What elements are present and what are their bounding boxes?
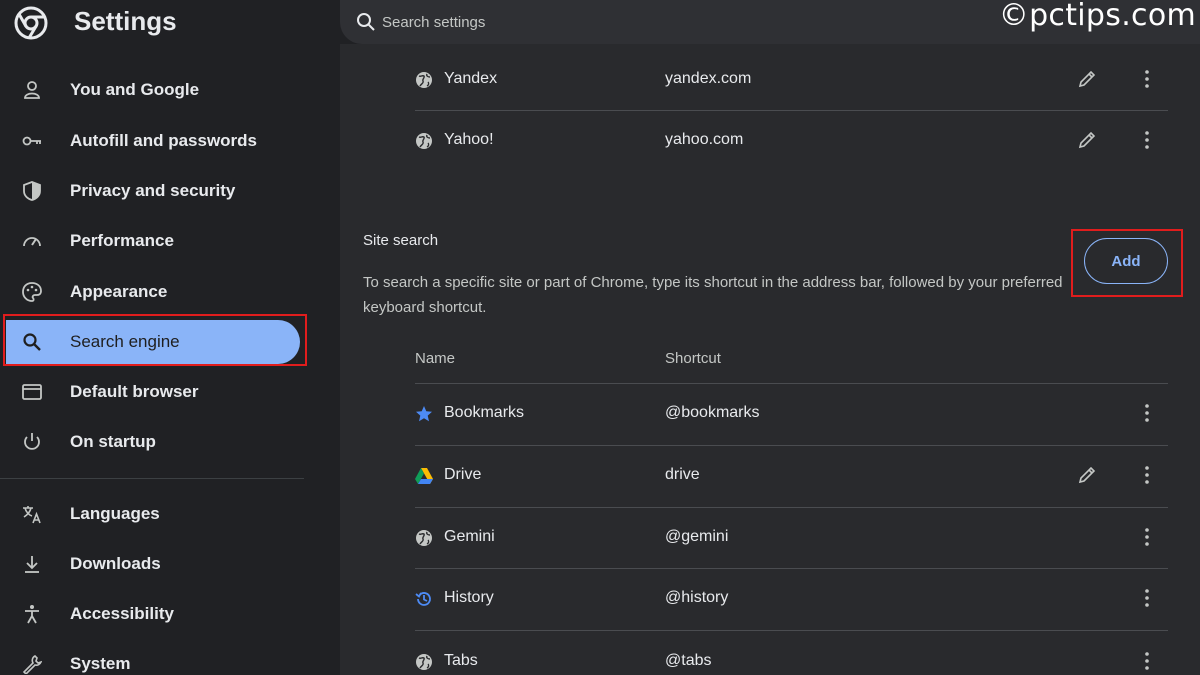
wrench-icon <box>22 655 42 674</box>
add-button[interactable]: Add <box>1084 238 1168 284</box>
row-shortcut: @bookmarks <box>665 404 760 421</box>
browser-window-icon <box>22 384 42 400</box>
table-row: Yandex yandex.com <box>415 50 1168 112</box>
more-vert-icon[interactable] <box>1139 588 1155 608</box>
more-vert-icon[interactable] <box>1139 651 1155 671</box>
page-title: Settings <box>74 6 177 36</box>
shield-icon <box>23 181 41 201</box>
sidebar-item-privacy[interactable]: Privacy and security <box>0 167 302 215</box>
row-shortcut: @gemini <box>665 528 729 545</box>
sidebar-item-label: Accessibility <box>70 604 174 623</box>
row-name: History <box>444 589 494 606</box>
sidebar-item-downloads[interactable]: Downloads <box>0 540 302 588</box>
search-input[interactable] <box>382 8 982 36</box>
power-icon <box>24 433 40 450</box>
drive-icon <box>415 468 433 484</box>
sidebar-item-autofill[interactable]: Autofill and passwords <box>0 117 302 165</box>
sidebar-item-on-startup[interactable]: On startup <box>0 418 302 466</box>
row-shortcut: @tabs <box>665 652 712 669</box>
sidebar-item-label: Default browser <box>70 382 199 401</box>
row-shortcut: drive <box>665 466 700 483</box>
section-description: To search a specific site or part of Chr… <box>363 274 1063 316</box>
section-title: Site search <box>363 232 439 249</box>
accessibility-icon <box>25 605 39 624</box>
history-icon <box>415 592 431 606</box>
palette-icon <box>22 282 42 302</box>
person-icon <box>24 81 40 99</box>
row-name: Yandex <box>444 70 498 87</box>
annotation-highlight-box <box>3 314 307 366</box>
sidebar-divider <box>0 478 304 479</box>
sidebar-item-you-and-google[interactable]: You and Google <box>0 66 302 114</box>
row-shortcut: yahoo.com <box>665 131 744 148</box>
column-header-name: Name <box>415 350 456 367</box>
speedometer-icon <box>23 237 41 247</box>
sidebar-item-default-browser[interactable]: Default browser <box>0 368 302 416</box>
key-icon <box>22 136 41 146</box>
globe-icon <box>416 72 432 88</box>
row-name: Bookmarks <box>444 404 525 421</box>
sidebar-item-languages[interactable]: Languages <box>0 490 302 538</box>
edit-pencil-icon[interactable] <box>1077 130 1097 150</box>
row-name: Drive <box>444 466 482 483</box>
sidebar-item-label: Privacy and security <box>70 181 236 200</box>
sidebar-item-performance[interactable]: Performance <box>0 217 302 265</box>
sidebar-item-accessibility[interactable]: Accessibility <box>0 590 302 638</box>
row-name: Tabs <box>444 652 478 669</box>
sidebar-item-label: Appearance <box>70 282 168 301</box>
sidebar-item-label: Languages <box>70 504 160 523</box>
edit-pencil-icon[interactable] <box>1077 465 1097 485</box>
row-shortcut: yandex.com <box>665 70 752 87</box>
row-shortcut: @history <box>665 589 729 606</box>
globe-icon <box>416 133 432 149</box>
more-vert-icon[interactable] <box>1139 465 1155 485</box>
star-icon <box>416 406 432 422</box>
table-row: Yahoo! yahoo.com <box>415 111 1168 173</box>
more-vert-icon[interactable] <box>1139 403 1155 423</box>
globe-icon <box>416 654 432 670</box>
translate-icon <box>23 506 41 524</box>
table-row: Drive drive <box>415 446 1168 508</box>
sidebar-item-label: Performance <box>70 231 174 250</box>
sidebar-item-label: Autofill and passwords <box>70 131 258 150</box>
sidebar-item-system[interactable]: System <box>0 640 302 675</box>
chrome-logo-icon <box>14 6 48 40</box>
table-row: Tabs @tabs <box>415 613 1168 675</box>
globe-icon <box>416 530 432 546</box>
table-row: Bookmarks @bookmarks <box>415 384 1168 446</box>
row-name: Yahoo! <box>444 131 494 148</box>
edit-pencil-icon[interactable] <box>1077 69 1097 89</box>
row-name: Gemini <box>444 528 495 545</box>
sidebar-item-label: System <box>70 654 131 673</box>
sidebar-item-label: On startup <box>70 432 156 451</box>
more-vert-icon[interactable] <box>1139 69 1155 89</box>
sidebar-item-label: You and Google <box>70 80 200 99</box>
download-icon <box>25 556 39 573</box>
column-header-shortcut: Shortcut <box>665 350 721 367</box>
table-row: Gemini @gemini <box>415 508 1168 570</box>
sidebar-item-appearance[interactable]: Appearance <box>0 268 302 316</box>
more-vert-icon[interactable] <box>1139 130 1155 150</box>
more-vert-icon[interactable] <box>1139 527 1155 547</box>
watermark: ©pctips.com <box>998 0 1196 33</box>
sidebar-item-label: Downloads <box>70 554 161 573</box>
search-icon <box>357 13 375 31</box>
